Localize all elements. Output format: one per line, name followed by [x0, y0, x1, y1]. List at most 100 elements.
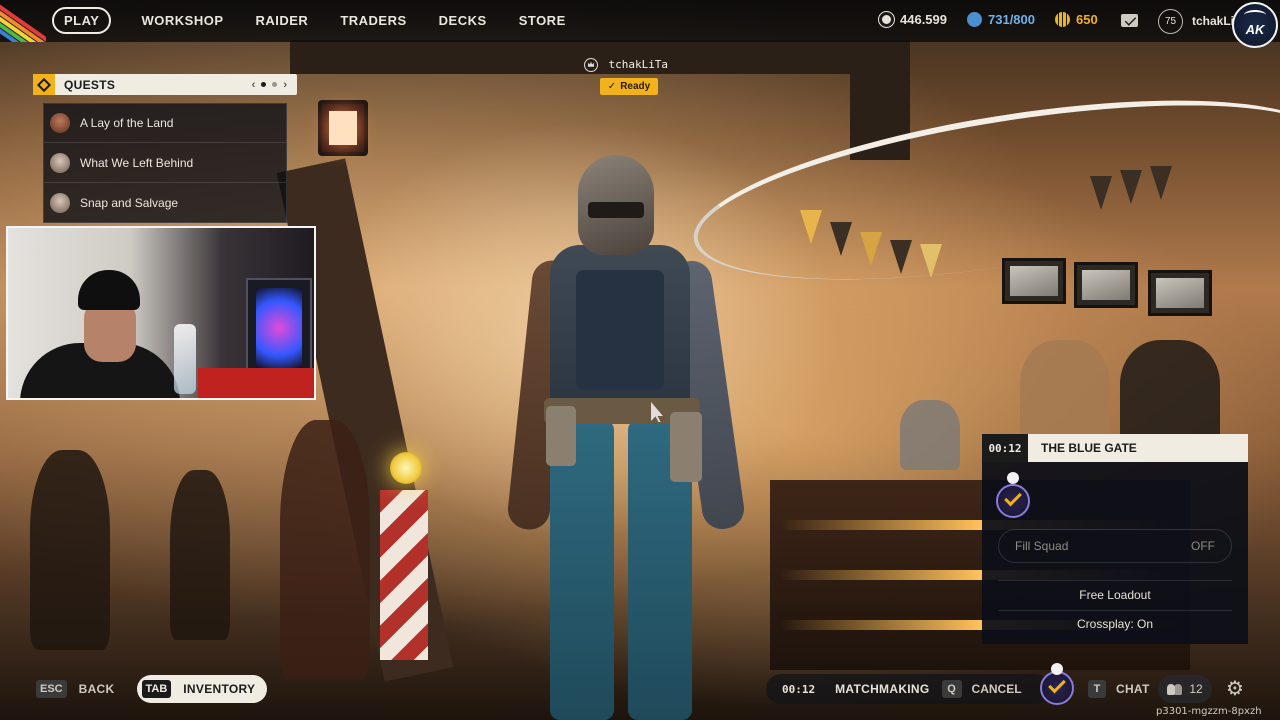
hanging-monitor [1074, 262, 1138, 308]
crown-icon [584, 57, 598, 72]
fill-squad-label: Fill Squad [1015, 539, 1069, 553]
inventory-button[interactable]: TAB INVENTORY [136, 675, 268, 703]
streamer [16, 248, 180, 398]
friends-icon [1167, 683, 1183, 695]
hanging-monitor [1002, 258, 1066, 304]
friends-button[interactable]: 12 [1158, 675, 1212, 703]
character-pouch [670, 412, 702, 482]
matchmaking-header: 00:12 THE BLUE GATE [982, 434, 1248, 462]
quest-item[interactable]: A Lay of the Land [43, 103, 287, 143]
party-member-name: tchakLiTa [608, 58, 669, 72]
npc-silhouette [30, 450, 110, 650]
pager-dot[interactable] [261, 82, 267, 87]
tab-keycap: TAB [141, 680, 172, 698]
matchmaking-panel: 00:12 THE BLUE GATE Fill Squad OFF Free … [982, 434, 1248, 644]
squad-status-icon[interactable] [1040, 663, 1076, 705]
matchmaking-timer: 00:12 [982, 434, 1028, 462]
back-button[interactable]: BACK [79, 682, 115, 696]
t-keycap: T [1088, 680, 1106, 698]
quest-item[interactable]: Snap and Salvage [43, 183, 287, 223]
quest-label: What We Left Behind [80, 155, 194, 170]
check-icon: ✓ [607, 81, 617, 92]
cred-display: 650 [1055, 12, 1098, 27]
nav-store[interactable]: STORE [503, 7, 582, 34]
friends-count: 12 [1189, 682, 1203, 696]
fill-squad-toggle[interactable]: Fill Squad OFF [998, 529, 1232, 563]
rgb-pc-case [246, 278, 312, 378]
profile-avatar[interactable]: AK [1232, 2, 1278, 48]
pager-prev-button[interactable]: ‹ [252, 79, 256, 91]
wings-icon [1244, 10, 1266, 20]
nav-raider[interactable]: RAIDER [239, 7, 324, 34]
nav-play[interactable]: PLAY [52, 7, 112, 34]
ready-label: Ready [620, 81, 651, 92]
pager-dot[interactable] [272, 82, 278, 87]
red-signal-lamp [318, 100, 368, 156]
squad-member-icon [996, 472, 1030, 518]
quests-pager: ‹ › [252, 79, 287, 91]
loadout-label: Free Loadout [1079, 588, 1151, 602]
striped-barrier [380, 490, 428, 660]
quest-list: A Lay of the Land What We Left Behind Sn… [43, 103, 287, 223]
main-nav: PLAY WORKSHOP RAIDER TRADERS DECKS STORE [52, 7, 582, 34]
nav-decks[interactable]: DECKS [423, 7, 503, 34]
q-keycap: Q [941, 680, 962, 698]
matchmaking-status-bar: 00:12 MATCHMAKING Q CANCEL [766, 674, 1050, 704]
session-id: p3301-mgzzm-8pxzh [1156, 706, 1262, 717]
pager-next-button[interactable]: › [283, 79, 287, 91]
nav-workshop[interactable]: WORKSHOP [125, 7, 239, 34]
mail-icon[interactable] [1121, 14, 1138, 27]
chat-button[interactable]: T CHAT [1088, 680, 1150, 698]
streamer-cap [78, 270, 140, 310]
credits-display: 446.599 [878, 11, 947, 28]
quests-panel: QUESTS ‹ › A Lay of the Land What We Lef… [33, 74, 297, 223]
warning-bulb [390, 452, 422, 484]
hanging-monitor [1148, 270, 1212, 316]
divider [998, 610, 1232, 611]
character-visor [588, 202, 644, 218]
bottom-left-controls: ESC BACK TAB INVENTORY [36, 675, 268, 703]
npc-silhouette [280, 420, 370, 680]
quest-diamond-icon [33, 74, 55, 95]
quest-label: A Lay of the Land [80, 116, 174, 130]
top-navigation-bar: PLAY WORKSHOP RAIDER TRADERS DECKS STORE… [0, 0, 1280, 48]
player-character [480, 150, 770, 720]
quest-label: Snap and Salvage [80, 195, 179, 210]
inventory-label: INVENTORY [183, 682, 256, 696]
cred-icon [1055, 12, 1070, 27]
ceiling-beam [290, 40, 850, 74]
quests-title: QUESTS [64, 77, 116, 92]
ready-badge: ✓ Ready [600, 78, 658, 95]
streamer-webcam [6, 226, 316, 400]
npc-silhouette [170, 470, 230, 640]
quests-header: QUESTS ‹ › [33, 74, 297, 95]
party-member-marker: tchakLiTa ✓ Ready [584, 56, 669, 95]
cancel-button[interactable]: CANCEL [972, 682, 1022, 696]
quest-giver-avatar [50, 192, 70, 213]
matchmaking-bar-timer: 00:12 [782, 682, 816, 696]
quest-giver-avatar [50, 113, 70, 133]
player-level: 75 [1158, 9, 1183, 34]
chat-label: CHAT [1116, 682, 1150, 696]
player-username[interactable]: tchakLi [1192, 14, 1234, 28]
matchmaking-label: MATCHMAKING [835, 682, 930, 696]
cred-value: 650 [1076, 12, 1098, 27]
character-pouch [546, 406, 576, 466]
nav-traders[interactable]: TRADERS [324, 7, 422, 34]
credits-value: 446.599 [900, 12, 947, 27]
raider-tokens-value: 731/800 [988, 12, 1035, 27]
fill-squad-value: OFF [1191, 539, 1215, 553]
desk [198, 368, 314, 398]
crossplay-label: Crossplay: On [1076, 617, 1154, 631]
npc-silhouette [900, 400, 960, 470]
gear-icon[interactable]: ⚙ [1223, 676, 1247, 700]
avatar-text: AK [1245, 21, 1265, 37]
character-vest [576, 270, 664, 390]
water-bottle [174, 324, 196, 394]
raider-token-icon [967, 12, 982, 27]
map-name: THE BLUE GATE [1041, 441, 1137, 455]
quest-item[interactable]: What We Left Behind [43, 143, 287, 183]
quest-giver-avatar [50, 152, 70, 173]
raider-tokens-display: 731/800 [967, 12, 1035, 27]
credits-icon [878, 11, 895, 28]
